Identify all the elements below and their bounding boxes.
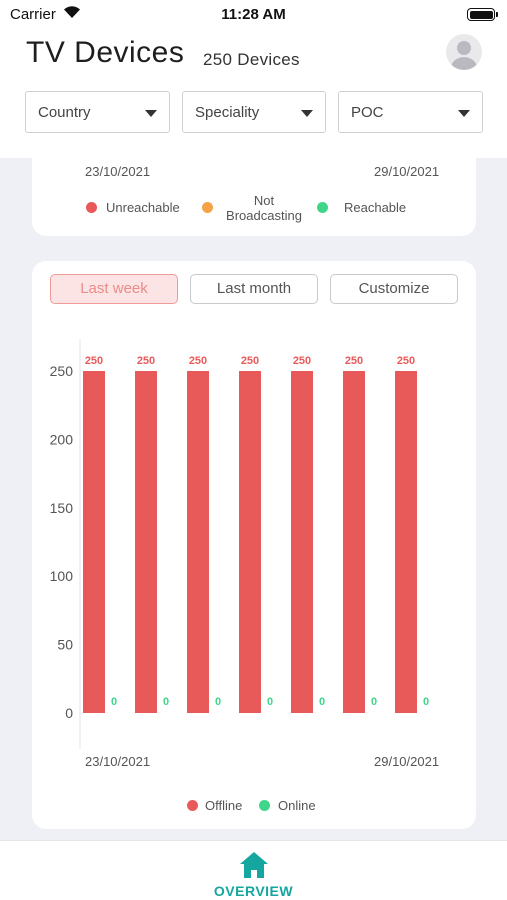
home-icon[interactable]: [239, 851, 269, 879]
clock: 11:28 AM: [221, 6, 286, 23]
online-value-label: 0: [423, 696, 429, 708]
poc-filter[interactable]: POC: [338, 91, 483, 133]
offline-bar: [187, 371, 209, 713]
speciality-filter-label: Speciality: [195, 104, 260, 121]
speciality-filter[interactable]: Speciality: [182, 91, 326, 133]
status-bar: Carrier 11:28 AM: [0, 0, 507, 30]
battery-icon: [467, 8, 498, 21]
online-value-label: 0: [371, 696, 377, 708]
legend-offline: Offline: [205, 798, 243, 813]
offline-bar: [135, 371, 157, 713]
offline-bar: [291, 371, 313, 713]
offline-bar: [343, 371, 365, 713]
online-value-label: 0: [267, 696, 273, 708]
online-value-label: 0: [163, 696, 169, 708]
chart-card: Last week Last month Customize 0 50 100 150…: [32, 261, 476, 829]
status-card: 23/10/2021 29/10/2021 Unreachable Not Br…: [32, 158, 476, 236]
page-title: TV Devices: [26, 36, 185, 69]
device-count: 250 Devices: [203, 50, 300, 69]
country-filter-label: Country: [38, 104, 91, 121]
y-tick-label: 250: [50, 363, 74, 379]
avatar[interactable]: [446, 34, 482, 70]
offline-value-label: 250: [397, 355, 415, 367]
poc-filter-label: POC: [351, 104, 384, 121]
offline-bar: [239, 371, 261, 713]
bottom-nav: OVERVIEW: [0, 840, 507, 900]
y-tick-label: 100: [50, 568, 74, 584]
offline-value-label: 250: [241, 355, 259, 367]
legend-unreachable: Unreachable: [106, 200, 180, 215]
online-value-label: 0: [319, 696, 325, 708]
chart-date-start: 23/10/2021: [85, 754, 151, 769]
y-tick-label: 50: [57, 637, 73, 653]
legend-reachable: Reachable: [344, 200, 407, 215]
y-tick-label: 200: [50, 431, 74, 447]
dashboard-scroll-area[interactable]: 23/10/2021 29/10/2021 Unreachable Not Br…: [0, 158, 507, 840]
legend-online: Online: [278, 798, 316, 813]
online-value-label: 0: [215, 696, 221, 708]
unreachable-dot: [86, 202, 97, 213]
offline-value-label: 250: [137, 355, 155, 367]
online-value-label: 0: [111, 696, 117, 708]
status-date-end: 29/10/2021: [374, 164, 440, 179]
reachable-dot: [317, 202, 328, 213]
y-tick-label: 0: [65, 705, 73, 721]
offline-dot: [187, 800, 198, 811]
chart-date-end: 29/10/2021: [374, 754, 440, 769]
offline-value-label: 250: [293, 355, 311, 367]
legend-not-broadcasting: Not Broadcasting: [226, 193, 302, 223]
offline-value-label: 250: [189, 355, 207, 367]
chevron-down-icon: [458, 110, 470, 117]
nav-overview-label[interactable]: OVERVIEW: [0, 883, 507, 899]
not-broadcasting-dot: [202, 202, 213, 213]
country-filter[interactable]: Country: [25, 91, 170, 133]
offline-value-label: 250: [345, 355, 363, 367]
offline-value-label: 250: [85, 355, 103, 367]
offline-bar: [83, 371, 105, 713]
online-dot: [259, 800, 270, 811]
bar-chart: 0 50 100 150 200 250 250 0 250 0 250 0 250 0 250 0 250 0 2…: [50, 339, 429, 749]
status-date-start: 23/10/2021: [85, 164, 151, 179]
chevron-down-icon: [301, 110, 313, 117]
y-tick-label: 150: [50, 500, 74, 516]
chevron-down-icon: [145, 110, 157, 117]
avatar-head: [457, 41, 471, 55]
offline-bar: [395, 371, 417, 713]
avatar-body: [451, 57, 477, 70]
